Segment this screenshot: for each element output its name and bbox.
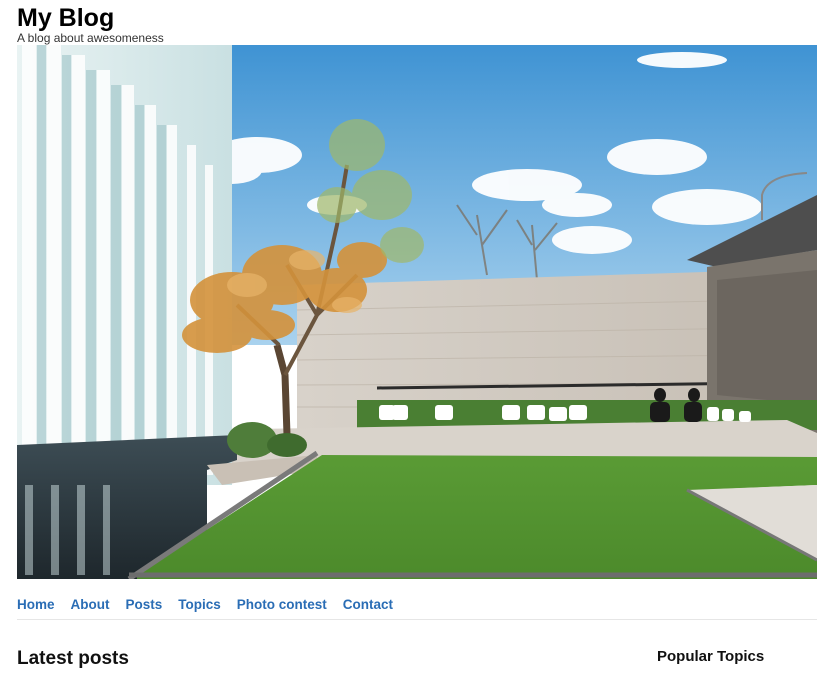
hero-illustration <box>17 45 817 579</box>
latest-posts-heading: Latest posts <box>17 648 129 669</box>
main-nav: Home About Posts Topics Photo contest Co… <box>17 596 817 620</box>
nav-item-home[interactable]: Home <box>17 596 55 619</box>
page: My Blog A blog about awesomeness Home Ab… <box>0 0 840 676</box>
nav-item-about[interactable]: About <box>71 596 110 619</box>
popular-topics-heading: Popular Topics <box>657 648 765 665</box>
nav-item-topics[interactable]: Topics <box>178 596 221 619</box>
hero-image <box>17 45 817 579</box>
site-title[interactable]: My Blog <box>17 4 114 32</box>
nav-item-contact[interactable]: Contact <box>343 596 393 619</box>
nav-item-photo-contest[interactable]: Photo contest <box>237 596 327 619</box>
nav-item-posts[interactable]: Posts <box>126 596 163 619</box>
site-tagline: A blog about awesomeness <box>17 31 164 45</box>
site-header: My Blog A blog about awesomeness <box>17 4 164 45</box>
